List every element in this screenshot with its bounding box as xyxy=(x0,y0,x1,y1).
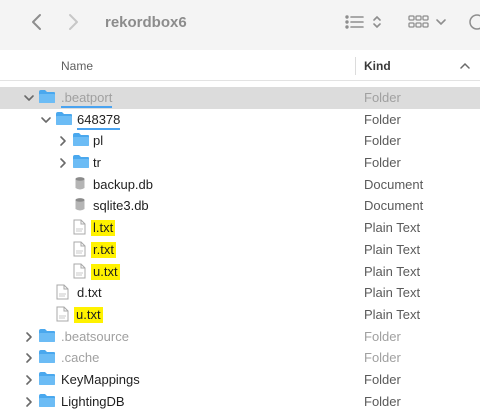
list-item-lightingdb[interactable]: LightingDB Folder xyxy=(0,391,480,412)
folder-icon xyxy=(55,111,73,129)
list-item-u-txt[interactable]: u.txt Plain Text xyxy=(0,304,480,326)
column-header: Name Kind xyxy=(0,52,480,81)
folder-icon xyxy=(38,89,56,107)
item-name: pl xyxy=(93,133,104,149)
list-item-r-txt[interactable]: r.txt Plain Text xyxy=(0,239,480,261)
disclosure-collapsed-icon[interactable] xyxy=(23,331,35,343)
item-kind: Document xyxy=(364,176,424,192)
toolbar: rekordbox6 xyxy=(0,0,480,50)
item-name: u.txt xyxy=(91,263,120,280)
database-icon xyxy=(74,176,86,194)
item-name: tr xyxy=(93,155,101,171)
folder-icon xyxy=(38,328,56,346)
item-name: .beatport xyxy=(61,90,113,108)
window-title: rekordbox6 xyxy=(105,13,187,31)
list-item-backup-db[interactable]: backup.db Document xyxy=(0,174,480,196)
text-file-icon xyxy=(56,306,69,325)
item-name: sqlite3.db xyxy=(93,198,149,214)
file-list: .beatport Folder 648378 Folder pl Folder… xyxy=(0,87,480,412)
text-file-icon xyxy=(73,263,86,282)
disclosure-collapsed-icon[interactable] xyxy=(57,157,69,169)
item-name: 648378 xyxy=(77,112,121,130)
item-kind: Folder xyxy=(364,328,401,344)
list-item-beatport[interactable]: .beatport Folder xyxy=(0,87,480,109)
item-kind: Folder xyxy=(364,90,401,105)
item-name: backup.db xyxy=(93,176,153,192)
text-file-icon xyxy=(73,219,86,238)
item-name: .cache xyxy=(61,350,100,366)
folder-icon xyxy=(72,132,90,150)
item-kind: Folder xyxy=(364,350,401,366)
item-name: u.txt xyxy=(74,306,103,323)
item-kind: Plain Text xyxy=(364,285,421,301)
disclosure-collapsed-icon[interactable] xyxy=(23,352,35,364)
item-kind: Plain Text xyxy=(364,241,421,257)
list-item-pl[interactable]: pl Folder xyxy=(0,130,480,152)
list-item-648378[interactable]: 648378 Folder xyxy=(0,109,480,131)
column-divider[interactable] xyxy=(355,57,356,75)
chevron-left-icon[interactable] xyxy=(30,0,42,44)
item-kind: Folder xyxy=(364,111,401,127)
disclosure-collapsed-icon[interactable] xyxy=(57,135,69,147)
disclosure-collapsed-icon[interactable] xyxy=(23,374,35,386)
more-icon[interactable] xyxy=(468,0,480,44)
folder-icon xyxy=(38,371,56,389)
item-name: l.txt xyxy=(91,220,116,237)
list-item-l-txt[interactable]: l.txt Plain Text xyxy=(0,217,480,239)
list-item-keymappings[interactable]: KeyMappings Folder xyxy=(0,369,480,391)
text-file-icon xyxy=(73,241,86,260)
list-item-tr[interactable]: tr Folder xyxy=(0,152,480,174)
list-item-beatsource[interactable]: .beatsource Folder xyxy=(0,326,480,348)
chevron-right-icon[interactable] xyxy=(68,0,80,44)
list-item-d-txt[interactable]: d.txt Plain Text xyxy=(0,282,480,304)
item-name: r.txt xyxy=(91,241,116,258)
item-name: KeyMappings xyxy=(61,371,140,387)
grid-view-icon[interactable] xyxy=(408,0,450,44)
text-file-icon xyxy=(56,284,69,303)
list-view-icon[interactable] xyxy=(344,0,386,44)
item-kind: Plain Text xyxy=(364,263,421,279)
database-icon xyxy=(74,197,86,215)
item-kind: Document xyxy=(364,198,424,214)
sort-ascending-icon[interactable] xyxy=(460,60,470,74)
item-kind: Folder xyxy=(364,371,401,387)
folder-icon xyxy=(72,154,90,172)
item-kind: Folder xyxy=(364,155,401,171)
item-kind: Plain Text xyxy=(364,220,421,236)
column-name[interactable]: Name xyxy=(61,52,93,80)
folder-icon xyxy=(38,349,56,367)
list-item-sqlite3-db[interactable]: sqlite3.db Document xyxy=(0,195,480,217)
item-name: .beatsource xyxy=(61,328,129,344)
item-kind: Folder xyxy=(364,133,401,149)
column-kind[interactable]: Kind xyxy=(364,52,391,80)
item-kind: Plain Text xyxy=(364,306,421,322)
list-item-cache[interactable]: .cache Folder xyxy=(0,347,480,369)
list-item-u-txt[interactable]: u.txt Plain Text xyxy=(0,261,480,283)
item-name: d.txt xyxy=(77,285,102,301)
disclosure-expanded-icon[interactable] xyxy=(23,92,35,104)
disclosure-expanded-icon[interactable] xyxy=(40,114,52,126)
